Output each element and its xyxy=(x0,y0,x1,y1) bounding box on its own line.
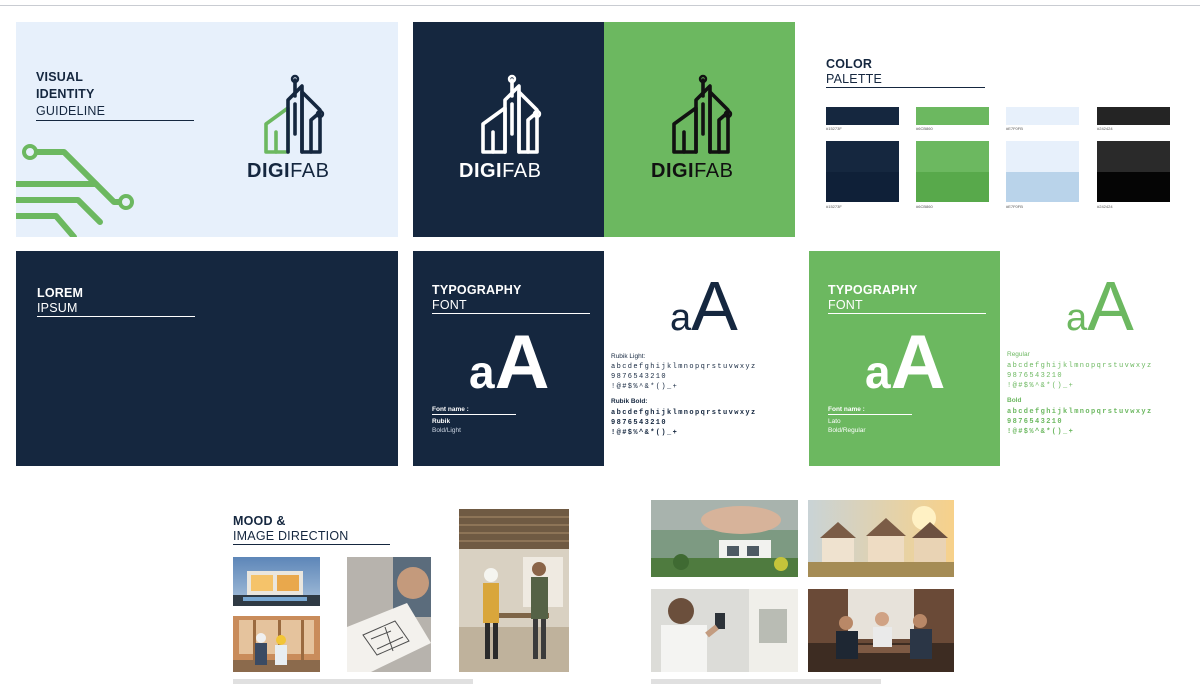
swatch-small-dark xyxy=(1097,107,1170,125)
mood-caption-line xyxy=(651,679,881,684)
bold-digits: 9876543210 xyxy=(1007,418,1064,426)
building-circuit-icon xyxy=(264,74,325,154)
swatch-code: #6CB860 xyxy=(916,204,933,209)
architect-model-photo xyxy=(651,500,798,577)
color-palette-panel: COLOR PALETTE #15273F #6CB860 #E7F0FB #2… xyxy=(810,22,1190,237)
site-engineers-photo xyxy=(459,509,569,672)
regular-lowercase: abcdefghijklmnopqrstuvwxyz xyxy=(1007,362,1153,370)
business-meeting-photo xyxy=(808,589,954,672)
mood-title: MOOD & xyxy=(233,514,286,528)
typography-title: TYPOGRAPHY xyxy=(432,283,522,297)
cover-title-line2: IDENTITY xyxy=(36,87,95,101)
lorem-rule xyxy=(37,316,195,317)
swatch-code: #E7F0FB xyxy=(1006,126,1023,131)
palette-title: COLOR xyxy=(826,57,873,71)
regular-symbols: !@#$%^&*()_+ xyxy=(1007,382,1075,390)
swatch-small-green xyxy=(916,107,989,125)
building-circuit-icon xyxy=(672,74,733,154)
typography-subtitle: FONT xyxy=(432,298,467,312)
swatch-code: #242424 xyxy=(1097,204,1113,209)
construction-workers-photo xyxy=(233,616,320,672)
typography-title: TYPOGRAPHY xyxy=(828,283,918,297)
logo-wordmark: DIGIFAB xyxy=(459,160,542,182)
typography-rubik-panel: TYPOGRAPHY FONT aA Font name : Rubik Bol… xyxy=(413,251,604,466)
palette-subtitle: PALETTE xyxy=(826,72,883,86)
cover-subtitle: GUIDELINE xyxy=(36,104,106,118)
font-sample: aA xyxy=(1066,267,1134,345)
building-circuit-icon xyxy=(481,74,542,154)
font-sample: aA xyxy=(670,267,738,345)
light-label: Rubik Light: xyxy=(611,353,646,360)
font-name: Rubik xyxy=(432,418,451,425)
swatch-large-green xyxy=(916,141,989,202)
typography-subtitle: FONT xyxy=(828,298,863,312)
light-digits: 9876543210 xyxy=(611,373,668,381)
blueprint-review-photo xyxy=(347,557,431,672)
typography-lato-specimen: aA Regular abcdefghijklmnopqrstuvwxyz 98… xyxy=(1000,251,1190,466)
typography-lato-panel: TYPOGRAPHY FONT aA Font name : Lato Bold… xyxy=(809,251,1000,466)
font-name: Lato xyxy=(828,418,841,425)
font-name-rule xyxy=(828,414,912,415)
font-weights: Bold/Light xyxy=(432,427,461,434)
lorem-title: LOREM xyxy=(37,286,84,300)
swatch-code: #15273F xyxy=(826,126,842,131)
modern-house-photo xyxy=(233,557,320,606)
mood-caption-line xyxy=(233,679,473,684)
bold-symbols: !@#$%^&*()_+ xyxy=(611,429,679,437)
bold-label: Bold xyxy=(1007,397,1022,404)
cover-rule xyxy=(36,120,194,121)
circuit-decoration-icon xyxy=(16,144,134,237)
swatch-large-dark xyxy=(1097,141,1170,202)
bold-symbols: !@#$%^&*()_+ xyxy=(1007,428,1075,436)
bold-digits: 9876543210 xyxy=(611,419,668,427)
bold-lowercase: abcdefghijklmnopqrstuvwxyz xyxy=(1007,408,1153,416)
font-weights: Bold/Regular xyxy=(828,427,866,434)
font-name-label: Font name : xyxy=(432,406,469,413)
bold-lowercase: abcdefghijklmnopqrstuvwxyz xyxy=(611,409,757,417)
typography-rubik-specimen: aA Rubik Light: abcdefghijklmnopqrstuvwx… xyxy=(604,251,795,466)
swatch-code: #242424 xyxy=(1097,126,1113,131)
swatch-large-light xyxy=(1006,141,1079,202)
top-divider xyxy=(0,5,1200,6)
swatch-code: #E7F0FB xyxy=(1006,204,1023,209)
lorem-subtitle: IPSUM xyxy=(37,301,78,315)
regular-digits: 9876543210 xyxy=(1007,372,1064,380)
swatch-code: #15273F xyxy=(826,204,842,209)
mood-subtitle: IMAGE DIRECTION xyxy=(233,529,349,543)
font-name-label: Font name : xyxy=(828,406,865,413)
typography-rule xyxy=(828,313,986,314)
swatch-small-navy xyxy=(826,107,899,125)
logo-wordmark: DIGIFAB xyxy=(247,160,330,182)
cover-title-line1: VISUAL xyxy=(36,70,84,84)
light-lowercase: abcdefghijklmnopqrstuvwxyz xyxy=(611,363,757,371)
logo-wordmark: DIGIFAB xyxy=(651,160,734,182)
mood-rule xyxy=(233,544,390,545)
typography-rule xyxy=(432,313,590,314)
swatch-code: #6CB860 xyxy=(916,126,933,131)
swatch-large-navy xyxy=(826,141,899,202)
font-sample: aA xyxy=(865,320,946,405)
logo-navy-panel: DIGIFAB xyxy=(413,22,604,237)
light-symbols: !@#$%^&*()_+ xyxy=(611,383,679,391)
font-sample: aA xyxy=(469,320,550,405)
bold-label: Rubik Bold: xyxy=(611,398,648,405)
houses-sunset-photo xyxy=(808,500,954,577)
smart-thermostat-photo xyxy=(651,589,798,672)
logo-green-panel: DIGIFAB xyxy=(604,22,795,237)
font-name-rule xyxy=(432,414,516,415)
palette-rule xyxy=(826,87,985,88)
regular-label: Regular xyxy=(1007,351,1030,358)
cover-panel: VISUAL IDENTITY GUIDELINE DIGIFAB xyxy=(16,22,398,237)
swatch-small-light xyxy=(1006,107,1079,125)
lorem-panel: LOREM IPSUM xyxy=(16,251,398,466)
